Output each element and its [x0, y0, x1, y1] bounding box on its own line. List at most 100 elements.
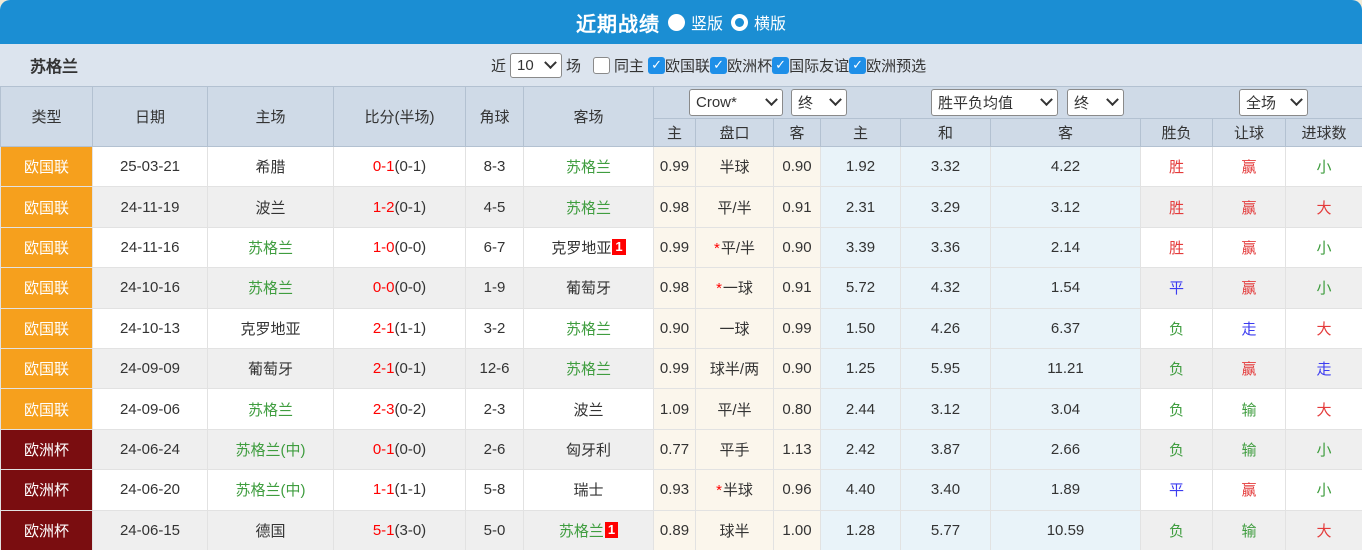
cell-league: 欧洲杯	[1, 429, 93, 469]
cell-away-team: 苏格兰	[524, 308, 654, 348]
cell-odds-away: 0.80	[774, 389, 821, 429]
cell-corners: 5-8	[466, 470, 524, 510]
cell-league: 欧国联	[1, 268, 93, 308]
league-checkbox[interactable]: ✓	[849, 57, 866, 74]
cell-date: 24-09-09	[93, 348, 208, 388]
cell-mean-away: 3.12	[991, 187, 1141, 227]
cell-mean-home: 2.31	[821, 187, 901, 227]
table-row: 欧国联25-03-21希腊0-1(0-1)8-3苏格兰0.99半球0.901.9…	[1, 147, 1362, 187]
cell-mean-home: 1.92	[821, 147, 901, 187]
odds-provider-value: Crow*	[696, 94, 737, 111]
cell-odds-away: 0.99	[774, 308, 821, 348]
mean-type-select[interactable]: 胜平负均值	[931, 89, 1058, 116]
header-type: 类型	[1, 87, 93, 147]
odds-stage-select[interactable]: 终	[791, 89, 847, 116]
cell-home-team: 苏格兰	[208, 268, 334, 308]
cell-odds-line: 平/半	[696, 187, 774, 227]
header-selects-row: Crow* 终 胜平负均值 终	[654, 87, 1362, 119]
vertical-radio-label[interactable]: 竖版	[691, 10, 723, 34]
vertical-radio-group: 竖版	[668, 10, 723, 34]
league-checkbox[interactable]: ✓	[710, 57, 727, 74]
header-mean-home: 主	[821, 119, 901, 147]
scope-select[interactable]: 全场	[1239, 89, 1308, 116]
header-mean-away: 客	[991, 119, 1141, 147]
chevron-down-icon	[765, 93, 778, 106]
same-home-checkbox[interactable]	[593, 57, 610, 74]
header-odds-line: 盘口	[696, 119, 774, 147]
header-odds-home: 主	[654, 119, 696, 147]
cell-away-team: 苏格兰	[524, 348, 654, 388]
cell-mean-home: 2.42	[821, 429, 901, 469]
cell-mean-draw: 3.87	[901, 429, 991, 469]
cell-goals-result: 大	[1286, 308, 1362, 348]
cell-mean-draw: 3.40	[901, 470, 991, 510]
mean-type-value: 胜平负均值	[938, 92, 1013, 113]
cell-corners: 5-0	[466, 510, 524, 550]
same-home-label: 同主	[614, 55, 644, 76]
cell-league: 欧国联	[1, 348, 93, 388]
team-name: 苏格兰	[30, 53, 78, 77]
cell-corners: 2-6	[466, 429, 524, 469]
cell-mean-away: 10.59	[991, 510, 1141, 550]
cell-mean-draw: 3.32	[901, 147, 991, 187]
cell-away-team: 克罗地亚1	[524, 227, 654, 267]
league-checkbox-label: 欧洲预选	[866, 55, 926, 76]
cell-away-team: 苏格兰	[524, 187, 654, 227]
cell-mean-away: 1.89	[991, 470, 1141, 510]
cell-result: 负	[1141, 348, 1213, 388]
scope-value: 全场	[1246, 92, 1276, 113]
header-mean-draw: 和	[901, 119, 991, 147]
games-label: 场	[566, 55, 581, 76]
odds-provider-select[interactable]: Crow*	[689, 89, 783, 116]
cell-odds-line: 一球	[696, 308, 774, 348]
cell-odds-home: 0.93	[654, 470, 696, 510]
cell-handicap-result: 走	[1213, 308, 1286, 348]
cell-score: 5-1(3-0)	[334, 510, 466, 550]
cell-home-team: 苏格兰	[208, 227, 334, 267]
chevron-down-icon	[544, 56, 557, 69]
header-score: 比分(半场)	[334, 87, 466, 147]
league-checkbox[interactable]: ✓	[648, 57, 665, 74]
league-checkbox-group: ✓欧国联✓欧洲杯✓国际友谊✓欧洲预选	[648, 55, 926, 76]
cell-handicap-result: 赢	[1213, 227, 1286, 267]
chevron-down-icon	[1290, 93, 1303, 106]
cell-score: 2-3(0-2)	[334, 389, 466, 429]
league-checkbox-label: 欧洲杯	[727, 55, 772, 76]
cell-mean-away: 11.21	[991, 348, 1141, 388]
cell-goals-result: 大	[1286, 389, 1362, 429]
recent-count-select[interactable]: 10	[510, 53, 562, 78]
rank-badge: 1	[605, 522, 618, 538]
cell-odds-away: 0.91	[774, 187, 821, 227]
cell-result: 负	[1141, 510, 1213, 550]
cell-home-team: 苏格兰(中)	[208, 429, 334, 469]
cell-home-team: 波兰	[208, 187, 334, 227]
vertical-radio[interactable]	[668, 14, 685, 31]
cell-handicap-result: 赢	[1213, 147, 1286, 187]
cell-result: 平	[1141, 268, 1213, 308]
horizontal-radio-label[interactable]: 横版	[754, 10, 786, 34]
cell-home-team: 德国	[208, 510, 334, 550]
cell-away-team: 苏格兰1	[524, 510, 654, 550]
chevron-down-icon	[1106, 93, 1119, 106]
cell-date: 24-09-06	[93, 389, 208, 429]
horizontal-radio[interactable]	[731, 14, 748, 31]
cell-score: 0-0(0-0)	[334, 268, 466, 308]
cell-mean-draw: 5.77	[901, 510, 991, 550]
cell-goals-result: 小	[1286, 227, 1362, 267]
horizontal-radio-group: 横版	[731, 10, 786, 34]
cell-goals-result: 大	[1286, 510, 1362, 550]
cell-goals-result: 小	[1286, 147, 1362, 187]
cell-corners: 2-3	[466, 389, 524, 429]
cell-score: 1-0(0-0)	[334, 227, 466, 267]
cell-mean-draw: 5.95	[901, 348, 991, 388]
cell-mean-away: 6.37	[991, 308, 1141, 348]
cell-odds-home: 1.09	[654, 389, 696, 429]
table-row: 欧国联24-10-13克罗地亚2-1(1-1)3-2苏格兰0.90一球0.991…	[1, 308, 1362, 348]
cell-date: 24-06-15	[93, 510, 208, 550]
cell-odds-line: 球半	[696, 510, 774, 550]
recent-label: 近	[491, 55, 506, 76]
cell-odds-away: 0.90	[774, 348, 821, 388]
league-checkbox[interactable]: ✓	[772, 57, 789, 74]
cell-league: 欧洲杯	[1, 470, 93, 510]
mean-stage-select[interactable]: 终	[1067, 89, 1124, 116]
